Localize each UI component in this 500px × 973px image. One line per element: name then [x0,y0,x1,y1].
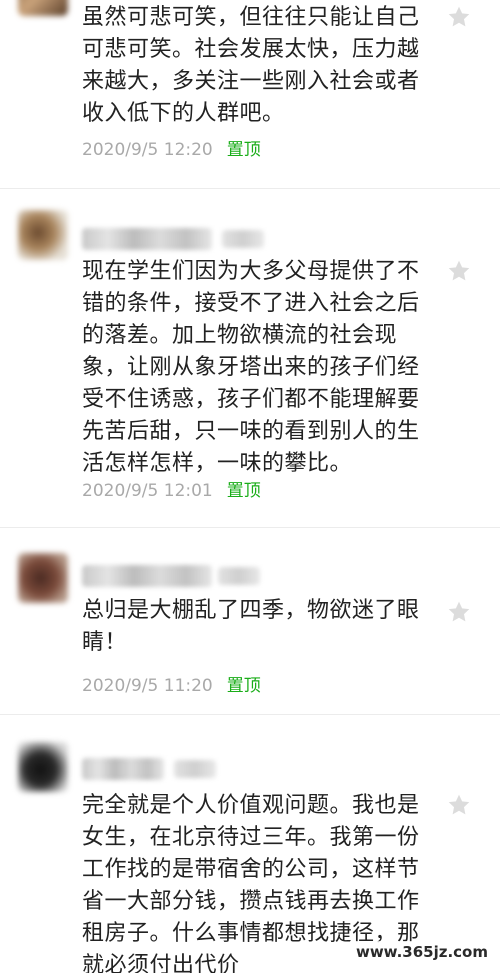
username-redacted[interactable] [82,758,164,780]
divider [0,527,500,528]
user-avatar[interactable] [18,0,68,16]
watermark: www.365jz.com [349,941,494,963]
pin-button[interactable]: 置顶 [227,481,261,501]
star-icon[interactable] [446,4,472,30]
comment-meta: 2020/9/5 12:20 置顶 [82,135,261,160]
user-avatar[interactable] [18,553,68,603]
comment-item: 总归是大棚乱了四季，物欲迷了眼睛！ 2020/9/5 11:20 置顶 [0,529,500,714]
star-icon[interactable] [446,599,472,625]
comment-time: 2020/9/5 12:01 [82,481,213,501]
comment-text: 总归是大棚乱了四季，物欲迷了眼睛！ [82,598,420,655]
comment-text: 现在学生们因为大多父母提供了不错的条件，接受不了进入社会之后的落差。加上物欲横流… [82,259,420,476]
comment-item: 现在学生们因为大多父母提供了不错的条件，接受不了进入社会之后的落差。加上物欲横流… [0,190,500,530]
comment-item: 虽然可悲可笑，但往往只能让自己可悲可笑。社会发展太快，压力越来越大，多关注一些刚… [0,0,500,190]
comment-meta: 2020/9/5 11:20 置顶 [82,671,261,696]
comment-time: 2020/9/5 12:20 [82,140,213,160]
username-redacted[interactable] [82,565,212,587]
divider [0,188,500,189]
star-icon[interactable] [446,258,472,284]
user-avatar[interactable] [18,742,68,792]
comment-text: 虽然可悲可笑，但往往只能让自己可悲可笑。社会发展太快，压力越来越大，多关注一些刚… [82,5,420,126]
star-icon[interactable] [446,792,472,818]
username-redacted[interactable] [82,228,212,250]
pin-button[interactable]: 置顶 [227,676,261,696]
comment-item: 完全就是个人价值观问题。我也是女生，在北京待过三年。我第一份工作找的是带宿舍的公… [0,716,500,973]
comment-time: 2020/9/5 11:20 [82,676,213,696]
user-badge-redacted [218,567,260,585]
user-badge-redacted [222,230,264,248]
pin-button[interactable]: 置顶 [227,140,261,160]
user-avatar[interactable] [18,210,68,260]
comment-meta: 2020/9/5 12:01 置顶 [82,476,261,501]
user-badge-redacted [174,760,216,778]
comment-feed: 虽然可悲可笑，但往往只能让自己可悲可笑。社会发展太快，压力越来越大，多关注一些刚… [0,0,500,973]
divider [0,714,500,715]
